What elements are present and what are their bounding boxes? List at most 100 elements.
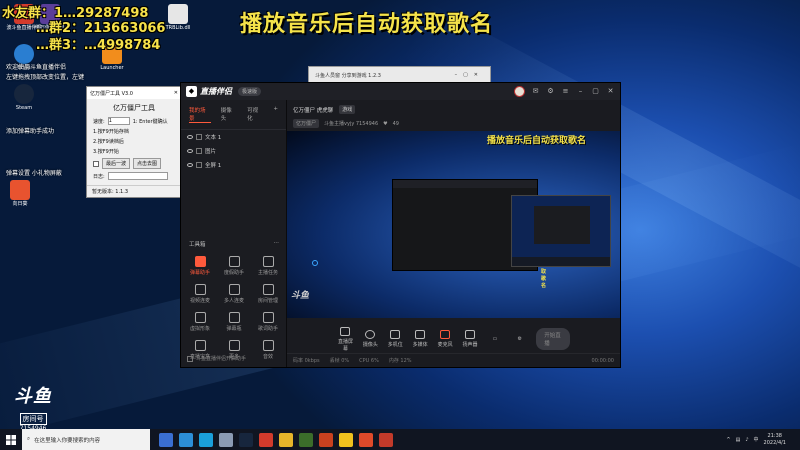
settings-icon[interactable]: ⚙ xyxy=(546,87,555,96)
screen-source-button[interactable]: 直播屏幕 xyxy=(337,326,354,352)
desktop: 波斗鱼直播伴侣 亿万僵尸工具 Edge TRBLib.dll Launcher … xyxy=(0,0,800,450)
ime-icon[interactable]: 中 xyxy=(754,436,759,443)
speed-input[interactable]: 1 xyxy=(107,117,130,125)
tool-window-heading: 亿万僵尸工具 xyxy=(113,104,155,112)
douyu-logo-icon: ◆ xyxy=(186,86,197,97)
log-label: 日志: xyxy=(93,173,105,180)
media-icon xyxy=(415,330,426,339)
phone-icon xyxy=(390,330,401,339)
lock-icon[interactable] xyxy=(196,162,202,168)
record-icon[interactable]: ▭ xyxy=(486,336,503,342)
scene-item[interactable]: 全屏 1 xyxy=(181,158,286,172)
task-view-icon[interactable] xyxy=(159,432,173,447)
network-icon[interactable]: ▤ xyxy=(736,437,741,443)
background-window-title: 斗鱼人员窗 分享到游戏 1.2.3 xyxy=(315,72,381,79)
multicam-button[interactable]: 多机位 xyxy=(387,330,404,348)
tab-visual[interactable]: 可视化 xyxy=(247,106,263,123)
left-panel: 我的场景 摄像头 可视化 + 文本 1 图片 全屏 1 工具箱 ⋯ 弹幕助手 度假… xyxy=(181,100,287,367)
room-label: 房间号 xyxy=(19,413,47,425)
scene-tabs: 我的场景 摄像头 可视化 + xyxy=(181,100,286,130)
tool-item[interactable]: 多人连麦 xyxy=(217,284,251,304)
steam-icon[interactable] xyxy=(239,432,253,447)
app-titlebar[interactable]: ◆ 直播伴侣 极速版 ✉ ⚙ ≡ – ▢ ✕ xyxy=(181,83,620,100)
menu-icon[interactable]: ≡ xyxy=(561,87,570,96)
tool-window-status: 暂无版本: 1.1.3 xyxy=(87,185,181,197)
live-icon[interactable] xyxy=(379,432,393,447)
assistant-checkbox[interactable] xyxy=(187,355,193,362)
volume-icon[interactable]: ♪ xyxy=(745,437,748,443)
minimize-icon[interactable]: – xyxy=(576,87,585,96)
edge-icon[interactable] xyxy=(179,432,193,447)
tab-scenes[interactable]: 我的场景 xyxy=(189,106,211,123)
tool-item[interactable]: 音效 xyxy=(251,340,285,360)
nested-titlebar xyxy=(393,180,537,188)
game-icon[interactable] xyxy=(299,432,313,447)
microphone-button[interactable]: 麦克风 xyxy=(437,330,454,348)
folder-icon[interactable] xyxy=(339,432,353,447)
chevron-up-icon[interactable]: ^ xyxy=(726,437,730,443)
taskbar-apps xyxy=(156,432,396,447)
tool-item[interactable]: 虚拟形象 xyxy=(183,312,217,332)
tool-item[interactable]: 度假助手 xyxy=(217,256,251,276)
box-icon xyxy=(194,340,206,351)
desktop-note: 欢迎使用斗鱼直播伴侣 xyxy=(6,64,67,71)
chrome-icon[interactable] xyxy=(279,432,293,447)
more-icon[interactable]: ⋯ xyxy=(274,240,280,248)
media-button[interactable]: 多媒体 xyxy=(412,330,429,348)
fans-count: 49 xyxy=(392,120,399,127)
scene-item[interactable]: 文本 1 xyxy=(181,130,286,144)
mail-icon[interactable]: ✉ xyxy=(531,87,540,96)
taskbar-search[interactable]: ⌕ 在这里输入你要搜索的内容 xyxy=(22,429,150,450)
eye-icon[interactable] xyxy=(187,149,193,153)
option-checkbox[interactable] xyxy=(93,160,99,167)
app-icon[interactable] xyxy=(319,432,333,447)
search-placeholder: 在这里输入你要搜索的内容 xyxy=(34,437,101,444)
close-icon[interactable]: ✕ xyxy=(174,90,178,96)
assistant-toggle[interactable]: 斗鱼直播伴侣开启助手 xyxy=(187,355,246,362)
tab-camera[interactable]: 摄像头 xyxy=(221,106,237,123)
window-controls[interactable]: –▢✕ xyxy=(455,72,484,78)
settings-icon[interactable]: ⚙ xyxy=(511,336,528,342)
avatar-icon xyxy=(194,312,206,323)
desktop-icon-steam[interactable]: Steam xyxy=(4,84,44,111)
desktop-icon-sunflower[interactable]: 向日葵 xyxy=(0,180,40,207)
scene-item[interactable]: 图片 xyxy=(181,144,286,158)
live-icon[interactable] xyxy=(359,432,373,447)
tool-item[interactable]: 视频连麦 xyxy=(183,284,217,304)
maximize-icon[interactable]: ▢ xyxy=(591,87,600,96)
explorer-icon[interactable] xyxy=(219,432,233,447)
tool-danmu[interactable]: 弹幕助手 xyxy=(183,256,217,276)
tool-item[interactable]: 主播任务 xyxy=(251,256,285,276)
preview-nested-window: 播放音乐后自动获取歌名 xyxy=(392,179,611,289)
close-icon[interactable]: ✕ xyxy=(606,87,615,96)
start-button[interactable] xyxy=(0,429,22,450)
room-tag[interactable]: 游戏 xyxy=(339,105,356,114)
start-live-button[interactable]: 开始直播 xyxy=(536,328,570,350)
sound-icon xyxy=(262,340,274,351)
douyu-icon[interactable] xyxy=(259,432,273,447)
tool-item[interactable]: 房间管理 xyxy=(251,284,285,304)
lock-icon[interactable] xyxy=(196,134,202,140)
eye-icon[interactable] xyxy=(187,135,193,139)
tool-item[interactable]: 弹幕瓶 xyxy=(217,312,251,332)
stream-preview[interactable]: 播放音乐后自动获取歌名 播放音乐后自动获取歌名 斗鱼 xyxy=(287,131,620,318)
eye-icon[interactable] xyxy=(187,163,193,167)
speaker-button[interactable]: 扬声器 xyxy=(462,330,479,348)
step-text: 2.按F9读档后 xyxy=(93,139,124,145)
camera-source-button[interactable]: 摄像头 xyxy=(362,330,379,348)
log-input[interactable] xyxy=(107,172,168,180)
store-icon[interactable] xyxy=(199,432,213,447)
last-wave-button[interactable]: 最后一波 xyxy=(102,158,131,169)
live-companion-window[interactable]: ◆ 直播伴侣 极速版 ✉ ⚙ ≡ – ▢ ✕ 我的场景 摄像头 可视化 + 文本 … xyxy=(180,82,621,368)
add-scene-icon[interactable]: + xyxy=(273,106,278,123)
category-tag[interactable]: 亿万僵尸 xyxy=(293,119,320,128)
tool-window[interactable]: 亿万僵尸工具 V3.0 ✕ 亿万僵尸工具 速度: 1 1: Enter键确认 1.按… xyxy=(86,86,182,198)
tool-item[interactable]: 歌词助手 xyxy=(251,312,285,332)
version-badge[interactable]: 极速版 xyxy=(238,87,262,96)
tool-window-titlebar[interactable]: 亿万僵尸工具 V3.0 ✕ xyxy=(87,87,181,99)
avatar[interactable] xyxy=(514,86,525,97)
lock-icon[interactable] xyxy=(196,148,202,154)
clock[interactable]: 21:38 2022/4/1 xyxy=(764,433,786,447)
export-button[interactable]: 点击去图 xyxy=(133,158,162,169)
speaker-icon xyxy=(464,330,475,339)
